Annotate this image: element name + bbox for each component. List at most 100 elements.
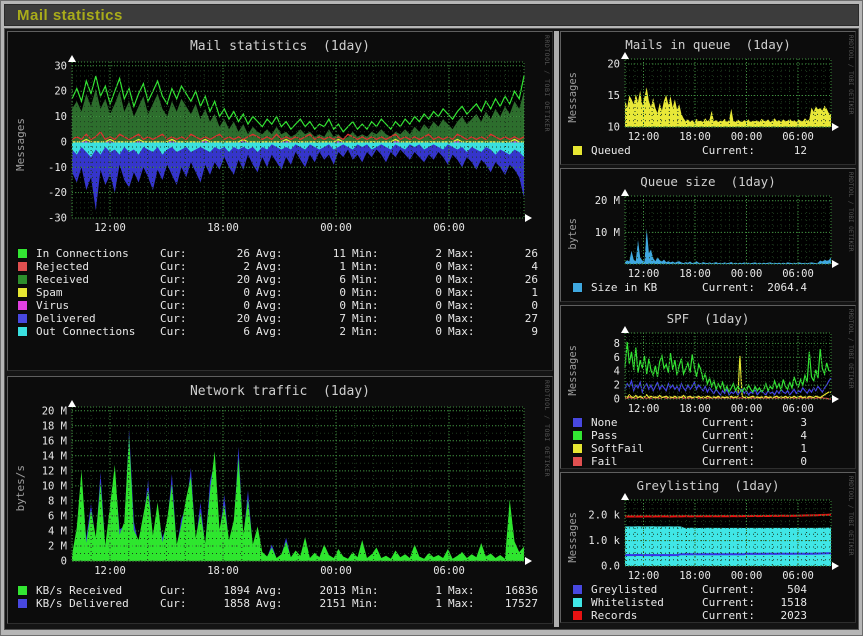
legend-current-value: 504 [755,583,807,596]
legend-color-swatch [18,327,27,336]
y-axis-label: Messages [567,72,583,123]
legend-current-value: 0 [755,455,807,468]
panel-mails-in-queue: RRDTOOL / TOBI OETIKER Mails in queue (1… [560,31,856,165]
svg-text:6: 6 [614,352,620,364]
legend-stat-label: Avg: [256,260,296,273]
svg-text:8 M: 8 M [48,495,67,507]
legend-stat-label: Max: [448,597,488,610]
rrdtool-credit: RRDTOOL / TOBI OETIKER [847,35,854,114]
svg-text:-30: -30 [48,213,67,225]
legend-series-name: Out Connections [36,325,160,338]
legend-color-swatch [18,275,27,284]
legend-current-label: Current: [702,455,755,468]
svg-text:16 M: 16 M [42,435,67,447]
legend-current-value: 3 [755,416,807,429]
legend-color-swatch [573,444,582,453]
legend-color-swatch [18,314,27,323]
panel-spf: RRDTOOL / TOBI OETIKER SPF (1day) Messag… [560,305,856,469]
legend-stat-label: Min: [352,273,392,286]
svg-text:06:00: 06:00 [782,403,814,415]
y-axis-label: Messages [567,345,583,396]
svg-text:06:00: 06:00 [782,570,814,582]
svg-text:-10: -10 [48,162,67,174]
legend-stat-value: 4 [488,260,538,273]
y-axis-label: Messages [14,118,32,171]
svg-text:06:00: 06:00 [782,131,814,143]
legend-stat-value: 1 [296,260,346,273]
svg-text:18:00: 18:00 [679,131,711,143]
legend-series-name: None [591,416,618,429]
greylisting-chart: 2.0 k1.0 k0.012:0018:0000:0006:00 [583,492,845,582]
window-titlebar[interactable]: Mail statistics [4,4,859,26]
panel-network-traffic: RRDTOOL / TOBI OETIKER Network traffic (… [7,376,553,624]
spf-chart: 8642012:0018:0000:0006:00 [583,325,845,415]
legend-row: KB/s ReceivedCur:1894Avg:2013Min:1Max:16… [18,584,552,597]
svg-text:12:00: 12:00 [94,222,126,234]
legend-current-label: Current: [702,144,755,157]
legend-stat-value: 0 [392,260,442,273]
legend-series-name: SoftFail [591,442,644,455]
chart-title-spf: SPF (1day) [561,311,855,325]
legend-current-value: 1518 [755,596,807,609]
legend-stat-label: Avg: [256,584,296,597]
legend-stat-value: 2 [200,260,250,273]
svg-text:-20: -20 [48,187,67,199]
svg-text:18 M: 18 M [42,420,67,432]
legend-series-name: Greylisted [591,583,657,596]
legend-color-swatch [18,599,27,608]
legend-stat-value: 1 [488,286,538,299]
legend-stat-label: Cur: [160,273,200,286]
legend-color-swatch [573,457,582,466]
greylisting-legend: GreylistedCurrent:504WhitelistedCurrent:… [573,583,807,622]
legend-stat-value: 17527 [488,597,538,610]
legend-series-name: Queued [591,144,631,157]
legend-row: RecordsCurrent:2023 [573,609,807,622]
svg-text:2 M: 2 M [48,541,67,553]
legend-series-name: KB/s Delivered [36,597,160,610]
chart-title-network: Network traffic (1day) [8,384,552,399]
mails-in-queue-legend: Queued Current:12 [573,144,807,157]
legend-stat-label: Min: [352,286,392,299]
legend-color-swatch [18,586,27,595]
legend-stat-label: Max: [448,312,488,325]
svg-text:00:00: 00:00 [731,131,763,143]
app-window: Mail statistics RRDTOOL / TOBI OETIKER M… [0,0,863,636]
legend-series-name: Delivered [36,312,160,325]
legend-stat-value: 16836 [488,584,538,597]
legend-stat-value: 26 [200,247,250,260]
legend-current-label: Current: [702,596,755,609]
rrdtool-credit: RRDTOOL / TOBI OETIKER [543,35,551,132]
legend-color-swatch [18,288,27,297]
legend-current-value: 2023 [755,609,807,622]
svg-text:30: 30 [54,60,67,72]
svg-text:6 M: 6 M [48,510,67,522]
legend-stat-value: 0 [296,299,346,312]
legend-current-value: 12 [755,144,807,157]
legend-stat-label: Avg: [256,273,296,286]
chart-title-greylisting: Greylisting (1day) [561,478,855,492]
svg-text:00:00: 00:00 [731,268,763,280]
svg-text:0.0: 0.0 [601,561,620,573]
chart-body: bytes/s 20 M18 M16 M14 M12 M10 M8 M6 M4 … [8,399,552,577]
legend-color-swatch [573,611,582,620]
legend-stat-value: 0 [488,299,538,312]
legend-stat-value: 2 [392,247,442,260]
legend-series-name: Records [591,609,637,622]
legend-color-swatch [573,418,582,427]
legend-stat-label: Min: [352,299,392,312]
svg-text:12:00: 12:00 [628,131,660,143]
svg-text:14 M: 14 M [42,450,67,462]
svg-text:12:00: 12:00 [94,565,126,577]
legend-stat-value: 20 [200,312,250,325]
svg-text:06:00: 06:00 [782,268,814,280]
legend-stat-label: Max: [448,260,488,273]
chart-body: Messages 20151012:0018:0000:0006:00 [561,51,855,143]
legend-stat-value: 26 [488,273,538,286]
legend-stat-label: Avg: [256,597,296,610]
svg-text:2: 2 [614,380,620,392]
svg-text:12:00: 12:00 [628,570,660,582]
rrdtool-credit: RRDTOOL / TOBI OETIKER [543,380,551,477]
legend-stat-label: Max: [448,273,488,286]
mail-statistics-chart: 3020100-10-20-3012:0018:0000:0006:00 [32,54,538,234]
rrdtool-credit: RRDTOOL / TOBI OETIKER [847,476,854,555]
